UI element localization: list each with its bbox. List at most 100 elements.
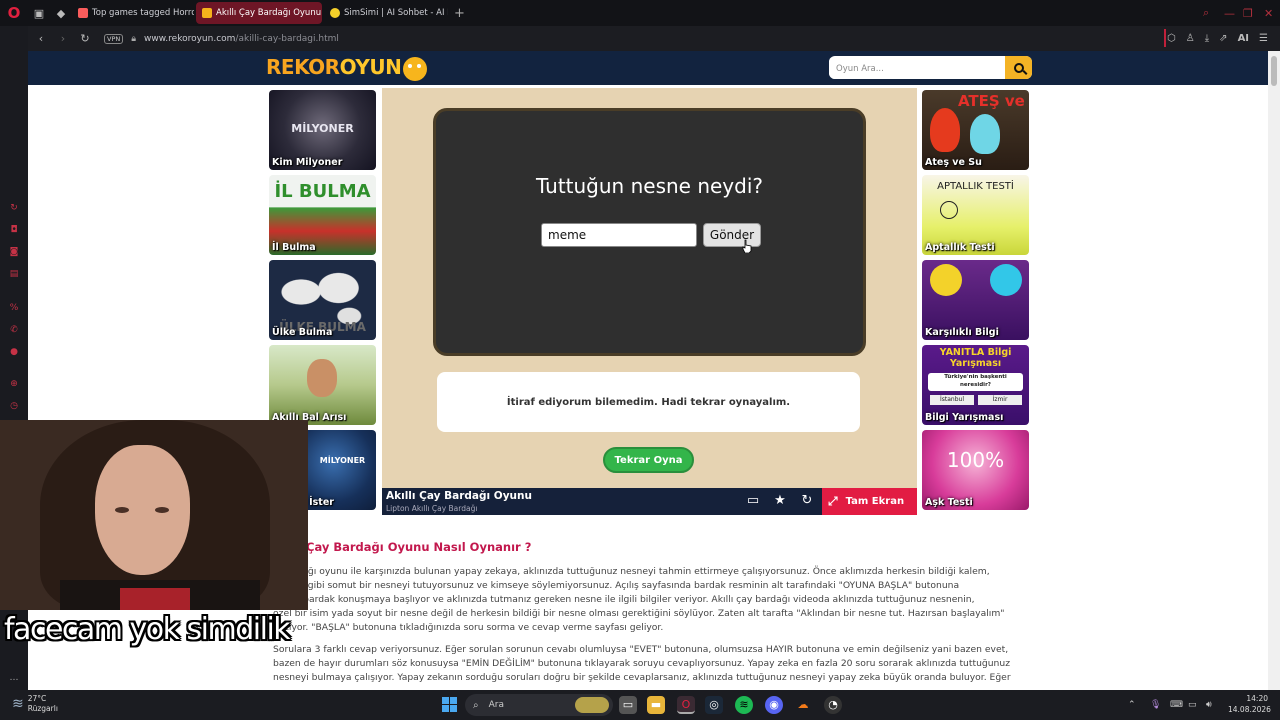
search-input[interactable] [829,57,1004,79]
answer-input[interactable] [541,223,697,247]
face [95,445,190,575]
maximize-icon[interactable]: ❐ [1243,0,1253,26]
description-line: özel bir isim yada soyut bir nesne değil… [273,608,1005,619]
tab-menu-icon[interactable]: ◆ [50,0,72,26]
minimize-icon[interactable]: — [1224,0,1235,26]
start-button[interactable] [442,697,457,712]
history-icon[interactable]: ↻ [8,202,20,214]
scrollbar-thumb[interactable] [1271,56,1277,86]
logo-rekor: REKOR [266,55,340,79]
card-label: Aptallık Testi [925,242,995,253]
card-label: Ülke Bulma [272,327,333,338]
game-card-kim-milyoner[interactable]: MİLYONER Kim Milyoner [269,90,376,170]
weather-widget[interactable]: ≋ 27°C Rüzgarlı [12,694,58,714]
itch-favicon-icon [78,8,88,18]
microphone-icon[interactable]: 🎙︎ [1150,690,1161,720]
bag-icon[interactable]: ◘ [8,224,20,236]
description-heading: Çay Bardağı Oyunu Nasıl Oynanır ? [306,540,532,554]
card-option-2: İzmir [978,395,1022,405]
rekoroyun-favicon-icon [202,8,212,18]
tray-chevron-icon[interactable]: ⌃ [1128,690,1136,720]
discount-icon[interactable]: % [8,302,20,314]
game-card-ates-ve-su[interactable]: ATEŞ ve SU Ateş ve Su [922,90,1029,170]
vpn-badge[interactable]: VPN [104,33,124,44]
forward-icon[interactable]: › [54,32,72,45]
game-card-aptallik-testi[interactable]: APTALLIK TESTİ Aptallık Testi [922,175,1029,255]
close-icon[interactable]: ✕ [1264,0,1273,26]
tab-itch-horror[interactable]: Top games tagged Horror [72,2,194,24]
game-card-il-bulma[interactable]: İL BULMA İl Bulma [269,175,376,255]
task-view-icon[interactable]: ▭ [619,696,637,714]
clock-icon[interactable]: ◷ [8,400,20,412]
reload-icon[interactable]: ↻ [76,32,94,45]
vk-icon[interactable]: ● [8,346,20,358]
menu-icon[interactable]: ☰ [1259,33,1268,44]
game-card-karsilikli-bilgi[interactable]: Karşılıklı Bilgi [922,260,1029,340]
refresh-icon[interactable]: ↻ [799,493,815,509]
volume-icon[interactable]: 🔊︎ [1206,690,1212,720]
search-tabs-icon[interactable]: ⌕ [1203,0,1209,26]
add-icon[interactable]: ⊕ [8,378,20,390]
facecam-overlay [0,420,308,610]
search-button[interactable] [1005,56,1032,79]
game-card-bilgi-yarismasi[interactable]: YANITLA Bilgi Yarışması Türkiye'nin başk… [922,345,1029,425]
description-line: nesneyi bulmaya çalışıyor. Yapay zekanın… [273,672,1011,683]
send-button[interactable]: Gönder [703,223,761,247]
mascot-icon [403,56,428,81]
card-art-text: ATEŞ ve SU [957,92,1029,110]
opera-taskbar-icon[interactable]: O [677,696,695,714]
card-art-text: İL BULMA [274,181,371,202]
download-icon[interactable]: ⤓ [1205,33,1209,44]
page-scrollbar[interactable] [1268,51,1280,690]
card-art-text: MİLYONER [291,122,354,135]
spotify-icon[interactable]: ≋ [735,696,753,714]
girl-face-icon [307,359,337,397]
card-option-1: İstanbul [930,395,974,405]
card-label: Aşk Testi [925,497,973,508]
game-area: Tuttuğun nesne neydi? Gönder İtiraf ediy… [382,88,917,488]
site-search [829,56,1032,79]
whatsapp-icon[interactable]: ✆ [8,324,20,336]
steam-icon[interactable]: ◎ [705,696,723,714]
expand-icon: ⤢ [828,494,838,508]
card-label: Kim Milyoner [272,157,343,168]
clock[interactable]: 14:20 14.08.2026 [1228,693,1271,715]
workspaces-icon[interactable]: ▣ [28,0,50,26]
soundcloud-icon[interactable]: ☁ [794,696,812,714]
tab-akilli-cay[interactable]: Akıllı Çay Bardağı Oyunu O [196,2,322,24]
music-icon[interactable]: ▤ [8,268,20,280]
obs-icon[interactable]: ◔ [824,696,842,714]
taskbar-search[interactable]: ⌕ Ara [465,694,613,716]
messenger-icon[interactable]: ◙ [8,246,20,258]
wallet-icon[interactable]: ♙ [1186,33,1195,44]
card-label: İl Bulma [272,242,316,253]
card-label: Karşılıklı Bilgi [925,327,999,338]
network-icon[interactable]: ▭ [1188,690,1197,720]
lock-icon[interactable]: 🔒︎ [131,34,136,44]
replay-button[interactable]: Tekrar Oyna [603,447,694,473]
tab-simsimi[interactable]: SimSimi | AI Sohbet - AI Ka [324,2,448,24]
keyboard-icon[interactable]: ⌨ [1170,690,1183,720]
fullscreen-button[interactable]: ⤢ Tam Ekran [822,488,917,515]
site-header: REKOROYUN [28,51,1268,85]
share-icon[interactable]: ⇗ [1219,33,1227,44]
url-field[interactable]: www.rekoroyun.com/akilli-cay-bardagi.htm… [144,34,339,44]
site-logo[interactable]: REKOROYUN [266,55,428,81]
discord-icon[interactable]: ◉ [765,696,783,714]
game-card-akilli-bal-arisi[interactable]: Akıllı Bal Arısı [269,345,376,425]
new-tab-icon[interactable]: + [454,6,465,21]
back-icon[interactable]: ‹ [32,32,50,45]
file-explorer-icon[interactable]: ▬ [647,696,665,714]
game-card-ask-testi[interactable]: 100% Aşk Testi [922,430,1029,510]
opera-logo-icon[interactable]: O [0,0,28,26]
game-title: Akıllı Çay Bardağı Oyunu [386,490,532,502]
description-line: y bardağı oyunu ile karşınızda bulunan y… [273,566,990,577]
game-card-ulke-bulma[interactable]: ÜLKE BULMA Ülke Bulma [269,260,376,340]
extensions-icon[interactable]: ⬡ [1167,33,1176,44]
comment-icon[interactable]: ▭ [745,493,761,509]
left-eye [115,507,129,513]
star-icon[interactable]: ★ [772,493,788,509]
description-line: bazen de hayır durumları söz konusuysa "… [273,658,1011,669]
more-icon[interactable]: … [8,672,20,684]
ai-button[interactable]: AI [1238,33,1249,44]
